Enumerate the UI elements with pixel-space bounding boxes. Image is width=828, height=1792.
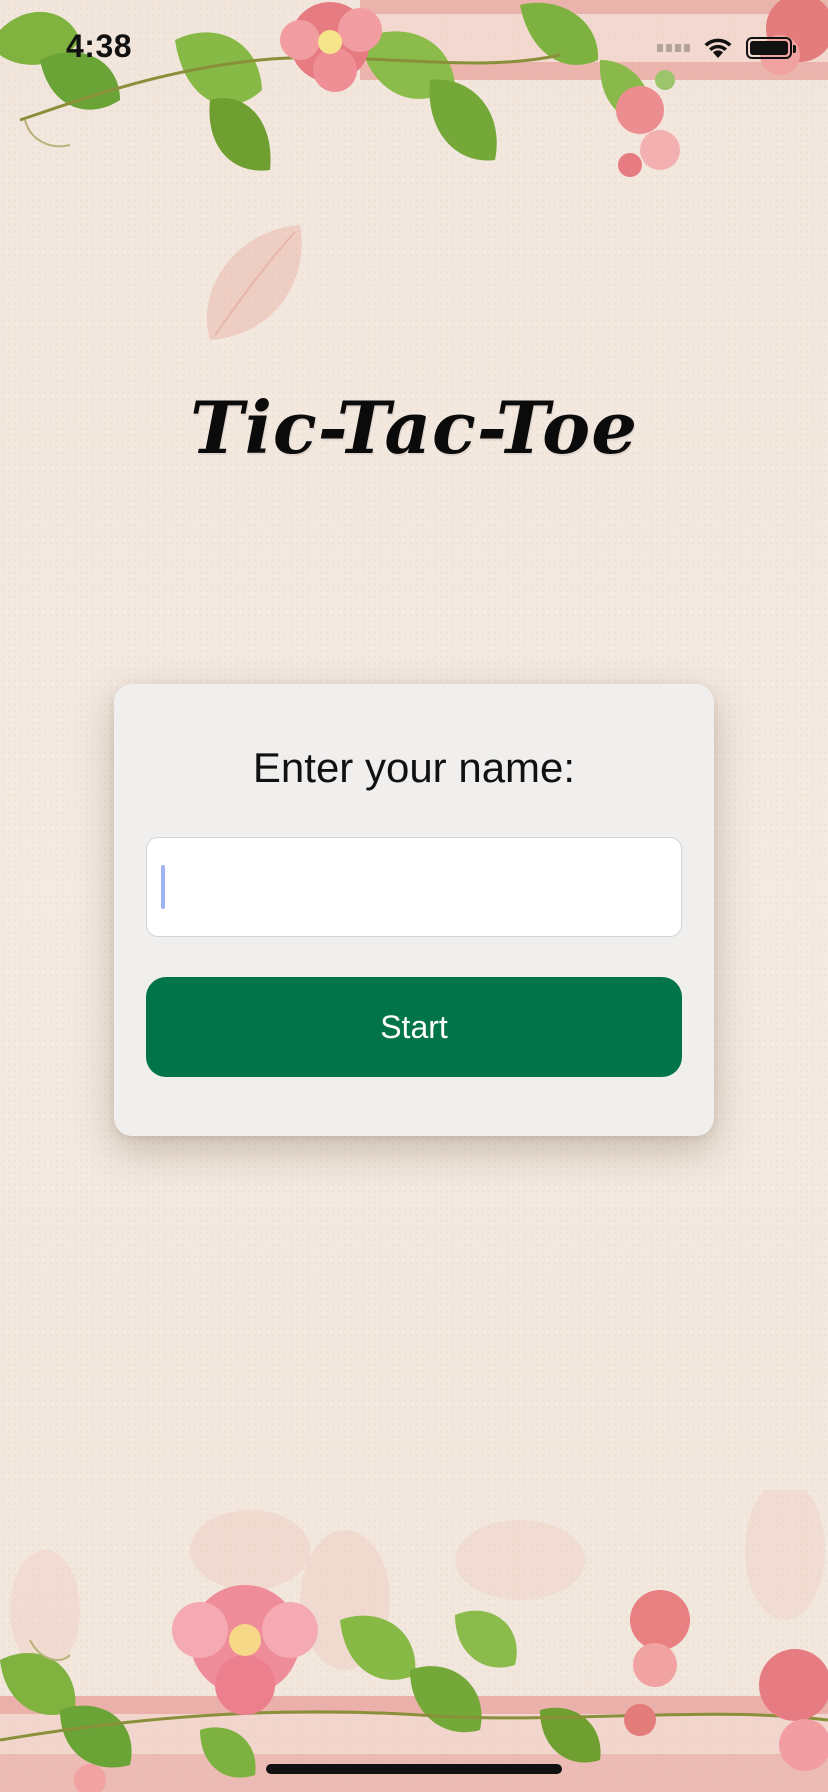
page-title: Tic-Tac-Toe xyxy=(189,385,639,470)
status-icons xyxy=(657,36,796,60)
text-caret xyxy=(161,865,165,909)
floral-border-bottom xyxy=(0,1490,828,1792)
status-time: 4:38 xyxy=(66,28,133,64)
battery-icon xyxy=(746,37,796,59)
name-entry-card: Enter your name: Start xyxy=(114,684,714,1136)
start-button[interactable]: Start xyxy=(146,977,682,1077)
falling-petal xyxy=(206,225,302,340)
wifi-icon xyxy=(704,38,732,58)
signal-icon xyxy=(657,44,690,52)
home-indicator[interactable] xyxy=(266,1764,562,1774)
name-prompt-label: Enter your name: xyxy=(252,744,576,791)
status-bar: 4:38 xyxy=(0,0,828,100)
name-input[interactable] xyxy=(146,837,682,937)
